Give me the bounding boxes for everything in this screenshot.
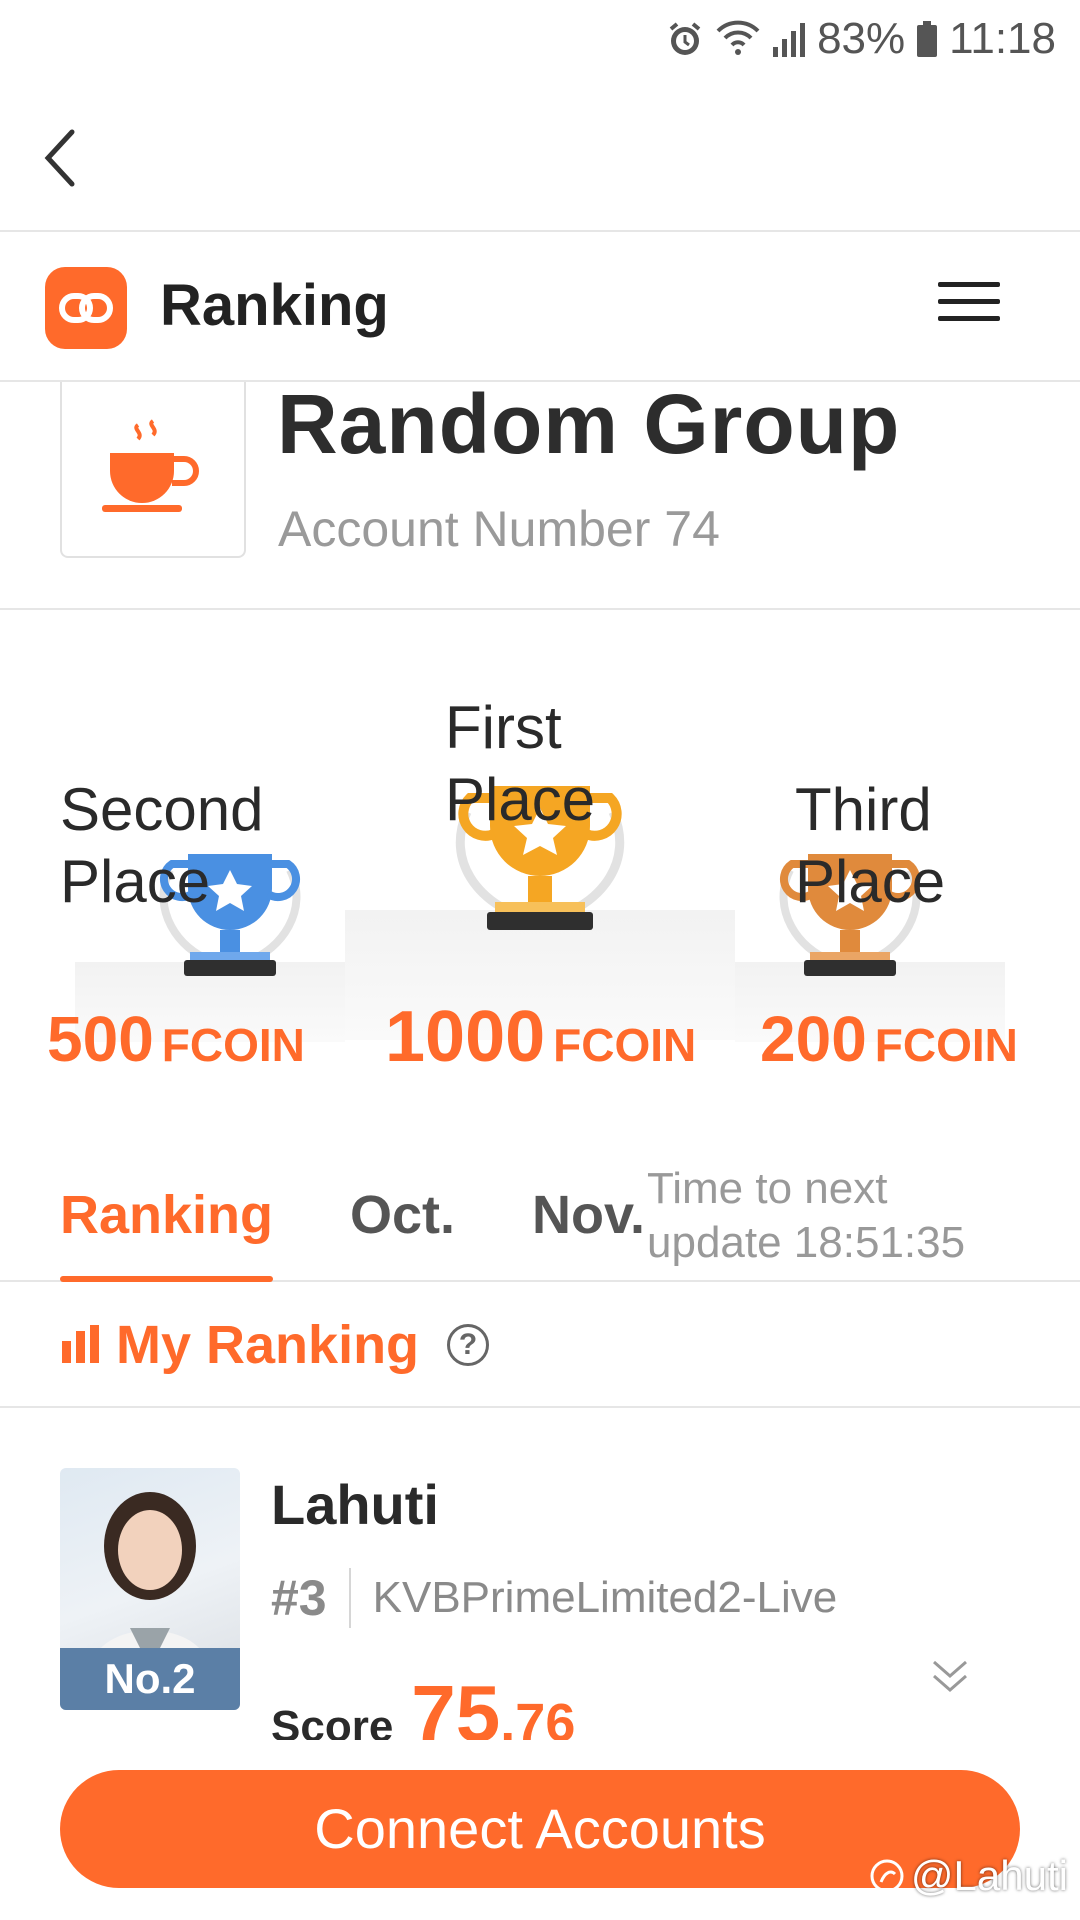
update-timer: Time to next update 18:51:35 — [647, 1162, 965, 1270]
group-card: Random Group Account Number 74 — [0, 377, 1080, 610]
entry-meta: #3 KVBPrimeLimited2-Live — [271, 1568, 837, 1628]
entry-position: #3 — [271, 1570, 327, 1626]
group-name: Random Group — [277, 377, 901, 471]
app-logo-icon — [45, 267, 127, 349]
meta-divider — [348, 1568, 351, 1628]
third-prize-unit: FCOIN — [874, 1019, 1018, 1071]
prize-podium: Second Place First Place Third Place 500… — [0, 612, 1080, 1092]
weibo-logo-icon — [870, 1859, 904, 1893]
watermark-text: @Lahuti — [910, 1852, 1068, 1899]
first-prize-unit: FCOIN — [553, 1019, 697, 1071]
watermark: @Lahuti — [869, 1852, 1068, 1900]
hamburger-icon — [938, 282, 1000, 287]
title-bar: Ranking — [0, 232, 1080, 382]
clock: 11:18 — [949, 14, 1056, 63]
battery-icon — [915, 19, 939, 59]
coffee-cup-icon — [60, 382, 246, 558]
ranking-tabs: Ranking Oct. Nov. Time to next update 18… — [0, 1150, 1080, 1282]
first-place-label: First Place — [445, 694, 596, 833]
chevron-down-icon[interactable] — [930, 1658, 970, 1694]
second-place-label: Second Place — [60, 776, 264, 915]
entry-name: Lahuti — [271, 1473, 439, 1536]
signal-icon — [771, 19, 807, 59]
my-ranking-header: My Ranking ? — [0, 1284, 1080, 1408]
status-bar: 83% 11:18 — [0, 0, 1080, 80]
page-title: Ranking — [160, 273, 389, 338]
third-prize: 200 FCOIN — [760, 1002, 1018, 1076]
first-prize: 1000 FCOIN — [385, 996, 696, 1078]
first-prize-amount: 1000 — [385, 997, 546, 1077]
third-prize-amount: 200 — [760, 1003, 867, 1075]
active-tab-indicator — [60, 1276, 273, 1282]
my-ranking-title: My Ranking — [116, 1315, 420, 1375]
second-prize: 500 FCOIN — [47, 1002, 305, 1076]
battery-percent: 83% — [817, 14, 906, 63]
avatar: No.2 — [60, 1468, 240, 1710]
third-place-label: Third Place — [795, 776, 946, 915]
tab-ranking[interactable]: Ranking — [60, 1184, 273, 1246]
ranking-entry[interactable]: No.2 Lahuti #3 KVBPrimeLimited2-Live Sco… — [0, 1410, 1080, 1758]
tab-oct[interactable]: Oct. — [350, 1184, 455, 1246]
back-button[interactable] — [30, 118, 90, 198]
rank-badge: No.2 — [60, 1648, 240, 1710]
entry-account: KVBPrimeLimited2-Live — [372, 1573, 838, 1622]
app-bar — [0, 80, 1080, 232]
tab-nov[interactable]: Nov. — [532, 1184, 645, 1246]
menu-button[interactable] — [938, 282, 1000, 332]
bottom-bar: Connect Accounts @Lahuti — [0, 1740, 1080, 1920]
alarm-icon — [665, 19, 705, 59]
chevron-left-icon — [44, 129, 75, 187]
bar-chart-icon — [62, 1325, 99, 1363]
update-timer-line2: update 18:51:35 — [647, 1218, 966, 1267]
help-icon[interactable]: ? — [447, 1324, 490, 1366]
second-prize-amount: 500 — [47, 1003, 154, 1075]
update-timer-line1: Time to next — [647, 1164, 888, 1213]
account-number: Account Number 74 — [278, 501, 720, 557]
second-prize-unit: FCOIN — [161, 1019, 305, 1071]
wifi-icon — [715, 19, 761, 59]
